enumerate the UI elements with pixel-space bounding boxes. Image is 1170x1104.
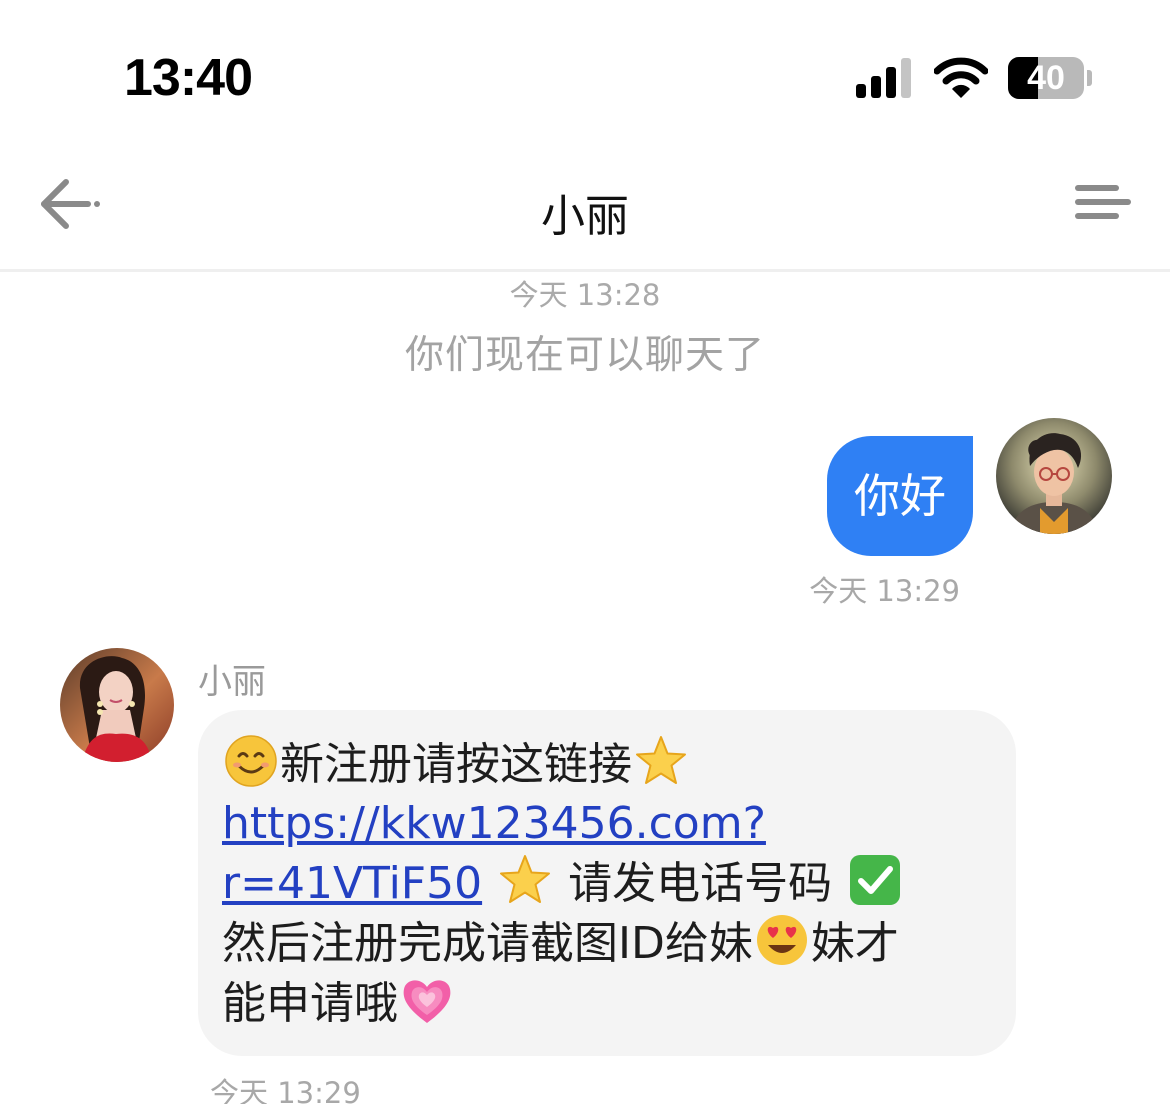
message-text-2: 请发电话号码 [568,858,833,909]
self-message-time: 今天 13:29 [809,574,960,608]
nav-bar: 小丽 [0,150,1170,272]
wifi-icon [934,57,988,98]
smiling-face-emoji [225,735,277,787]
star-emoji [636,736,686,784]
registration-link-continued[interactable]: r=41VTiF50 [222,858,482,909]
self-message-bubble[interactable]: 你好 [827,436,973,556]
peer-message-bubble[interactable]: 新注册请按这链接 https://kkw123456.com? r=41VTiF… [198,710,1016,1056]
status-time: 13:40 [124,49,253,107]
growing-heart-emoji [403,980,451,1023]
system-timestamp: 今天 13:28 [509,278,661,312]
system-notice: 你们现在可以聊天了 [404,333,765,378]
peer-avatar[interactable] [60,648,174,762]
menu-icon [1075,185,1131,219]
battery-level-text: 40 [1027,59,1065,97]
avatar-woman-red-dress [60,648,174,762]
battery-body: 40 [1008,57,1084,99]
chat-area[interactable]: 今天 13:28 你们现在可以聊天了 你好 今天 13:29 小丽 新注册请按这… [0,272,1170,1104]
battery-tip [1087,70,1092,86]
message-line: r=41VTiF50 请发电话号码 [222,853,990,913]
signal-icon [856,58,911,98]
message-line: 然后注册完成请截图ID给妹 妹才 [222,913,990,973]
peer-name: 小丽 [198,662,266,702]
message-text-4: 妹才 [810,918,899,969]
menu-button[interactable] [1072,180,1134,228]
message-line: https://kkw123456.com? [222,794,990,853]
message-text-5: 能申请哦 [222,978,398,1029]
back-button[interactable] [36,174,106,234]
message-text-1: 新注册请按这链接 [280,739,632,790]
peer-message-time: 今天 13:29 [210,1076,361,1104]
message-line: 能申请哦 [222,973,990,1033]
heart-eyes-emoji [756,915,807,965]
self-avatar[interactable] [996,418,1112,534]
star-emoji [500,855,551,903]
registration-link[interactable]: https://kkw123456.com? [222,798,766,849]
battery-icon: 40 [1008,57,1092,99]
status-bar: 13:40 40 [0,0,1170,150]
check-mark-emoji [850,855,901,905]
avatar-cartoon-boy [996,418,1112,534]
message-text-3: 然后注册完成请截图ID给妹 [222,918,753,969]
back-arrow-icon [41,179,100,229]
message-line: 新注册请按这链接 [222,734,990,794]
chat-title: 小丽 [541,191,629,242]
